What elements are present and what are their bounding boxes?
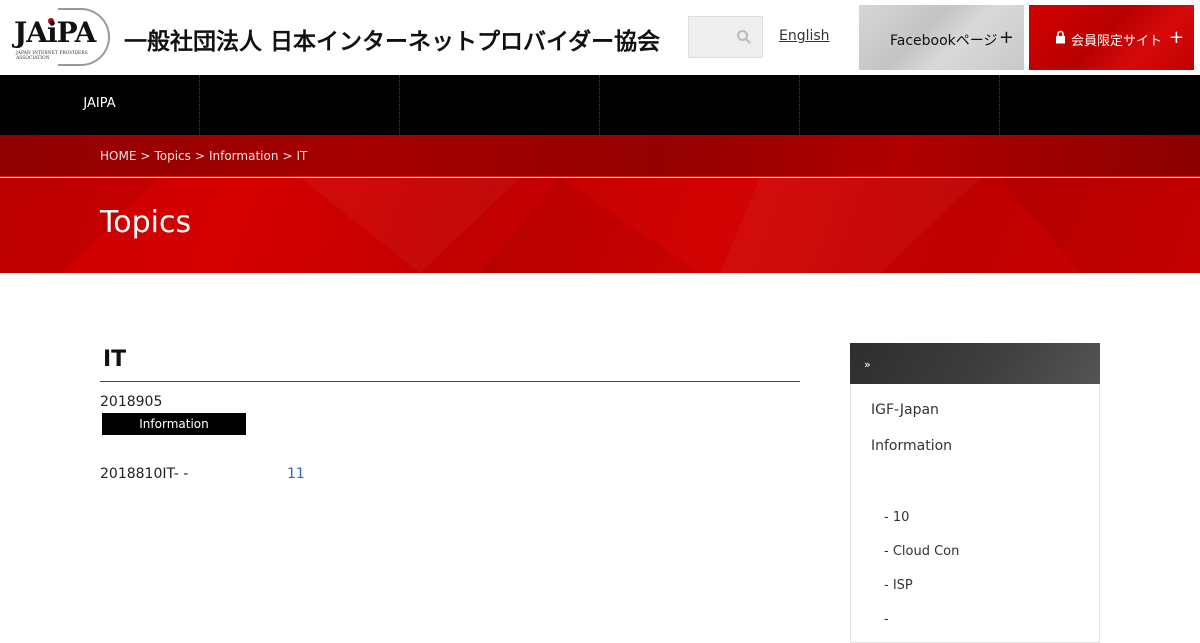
- sidebar-sub-item[interactable]: - ISP: [884, 578, 913, 593]
- nav-item-label: JAIPA: [83, 96, 116, 111]
- logo-text: JAiPA: [14, 16, 96, 49]
- nav-item[interactable]: [400, 75, 600, 135]
- sidebar-sub-item[interactable]: -: [884, 612, 889, 627]
- nav-item[interactable]: [200, 75, 400, 135]
- sidebar: » IGF-Japan Information - 10 - Cloud Con…: [850, 343, 1100, 643]
- page-title-band: Topics: [0, 178, 1200, 273]
- breadcrumb-separator: >: [282, 149, 293, 163]
- breadcrumb-separator: >: [140, 149, 151, 163]
- article-title-text: IT: [103, 347, 127, 372]
- category-tag[interactable]: Information: [102, 413, 246, 435]
- site-header: JAiPA JAPAN INTERNET PROVIDERS ASSOCIATI…: [0, 0, 1200, 75]
- article-body: 2018810IT- -: [100, 466, 189, 482]
- double-chevron-icon: »: [864, 358, 871, 371]
- nav-item[interactable]: [800, 75, 1000, 135]
- post-date: 2018905: [100, 394, 163, 410]
- sidebar-link-igf-japan[interactable]: IGF-Japan: [871, 402, 939, 418]
- sidebar-header: »: [850, 343, 1100, 384]
- article-link[interactable]: 11: [287, 466, 305, 482]
- sidebar-sub-item[interactable]: - Cloud Con: [884, 544, 959, 559]
- sidebar-link-information[interactable]: Information: [871, 438, 952, 454]
- breadcrumb: HOME > Topics > Information > IT: [100, 149, 307, 163]
- breadcrumb-current: IT: [296, 149, 308, 163]
- search-input[interactable]: [688, 16, 763, 58]
- breadcrumb-separator: >: [194, 149, 205, 163]
- main-nav: JAIPA: [0, 75, 1200, 135]
- page-title: Topics: [100, 205, 192, 240]
- breadcrumb-information[interactable]: Information: [209, 149, 278, 163]
- members-only-label: 会員限定サイト: [1071, 34, 1163, 49]
- organization-name[interactable]: 一般社団法人 日本インターネットプロバイダー協会: [124, 22, 660, 56]
- english-link[interactable]: English: [779, 28, 830, 44]
- nav-item-jaipa[interactable]: JAIPA: [0, 75, 200, 135]
- nav-item[interactable]: [1000, 75, 1200, 135]
- lock-icon: [1056, 30, 1065, 44]
- nav-item[interactable]: [600, 75, 800, 135]
- search-icon[interactable]: [736, 29, 752, 45]
- jaipa-logo[interactable]: JAiPA JAPAN INTERNET PROVIDERS ASSOCIATI…: [14, 8, 110, 66]
- sidebar-sub-item[interactable]: - 10: [884, 510, 909, 525]
- facebook-page-label: Facebookページ: [890, 33, 998, 49]
- facebook-page-button[interactable]: Facebookページ +: [859, 5, 1024, 70]
- logo-subtitle: JAPAN INTERNET PROVIDERS ASSOCIATION: [16, 51, 88, 61]
- plus-icon: +: [1168, 27, 1184, 48]
- plus-icon: +: [998, 27, 1014, 48]
- breadcrumb-band: HOME > Topics > Information > IT: [0, 135, 1200, 177]
- members-only-button[interactable]: 会員限定サイト +: [1029, 5, 1194, 70]
- breadcrumb-home[interactable]: HOME: [100, 149, 136, 163]
- breadcrumb-topics[interactable]: Topics: [154, 149, 190, 163]
- article-title: IT: [100, 345, 800, 382]
